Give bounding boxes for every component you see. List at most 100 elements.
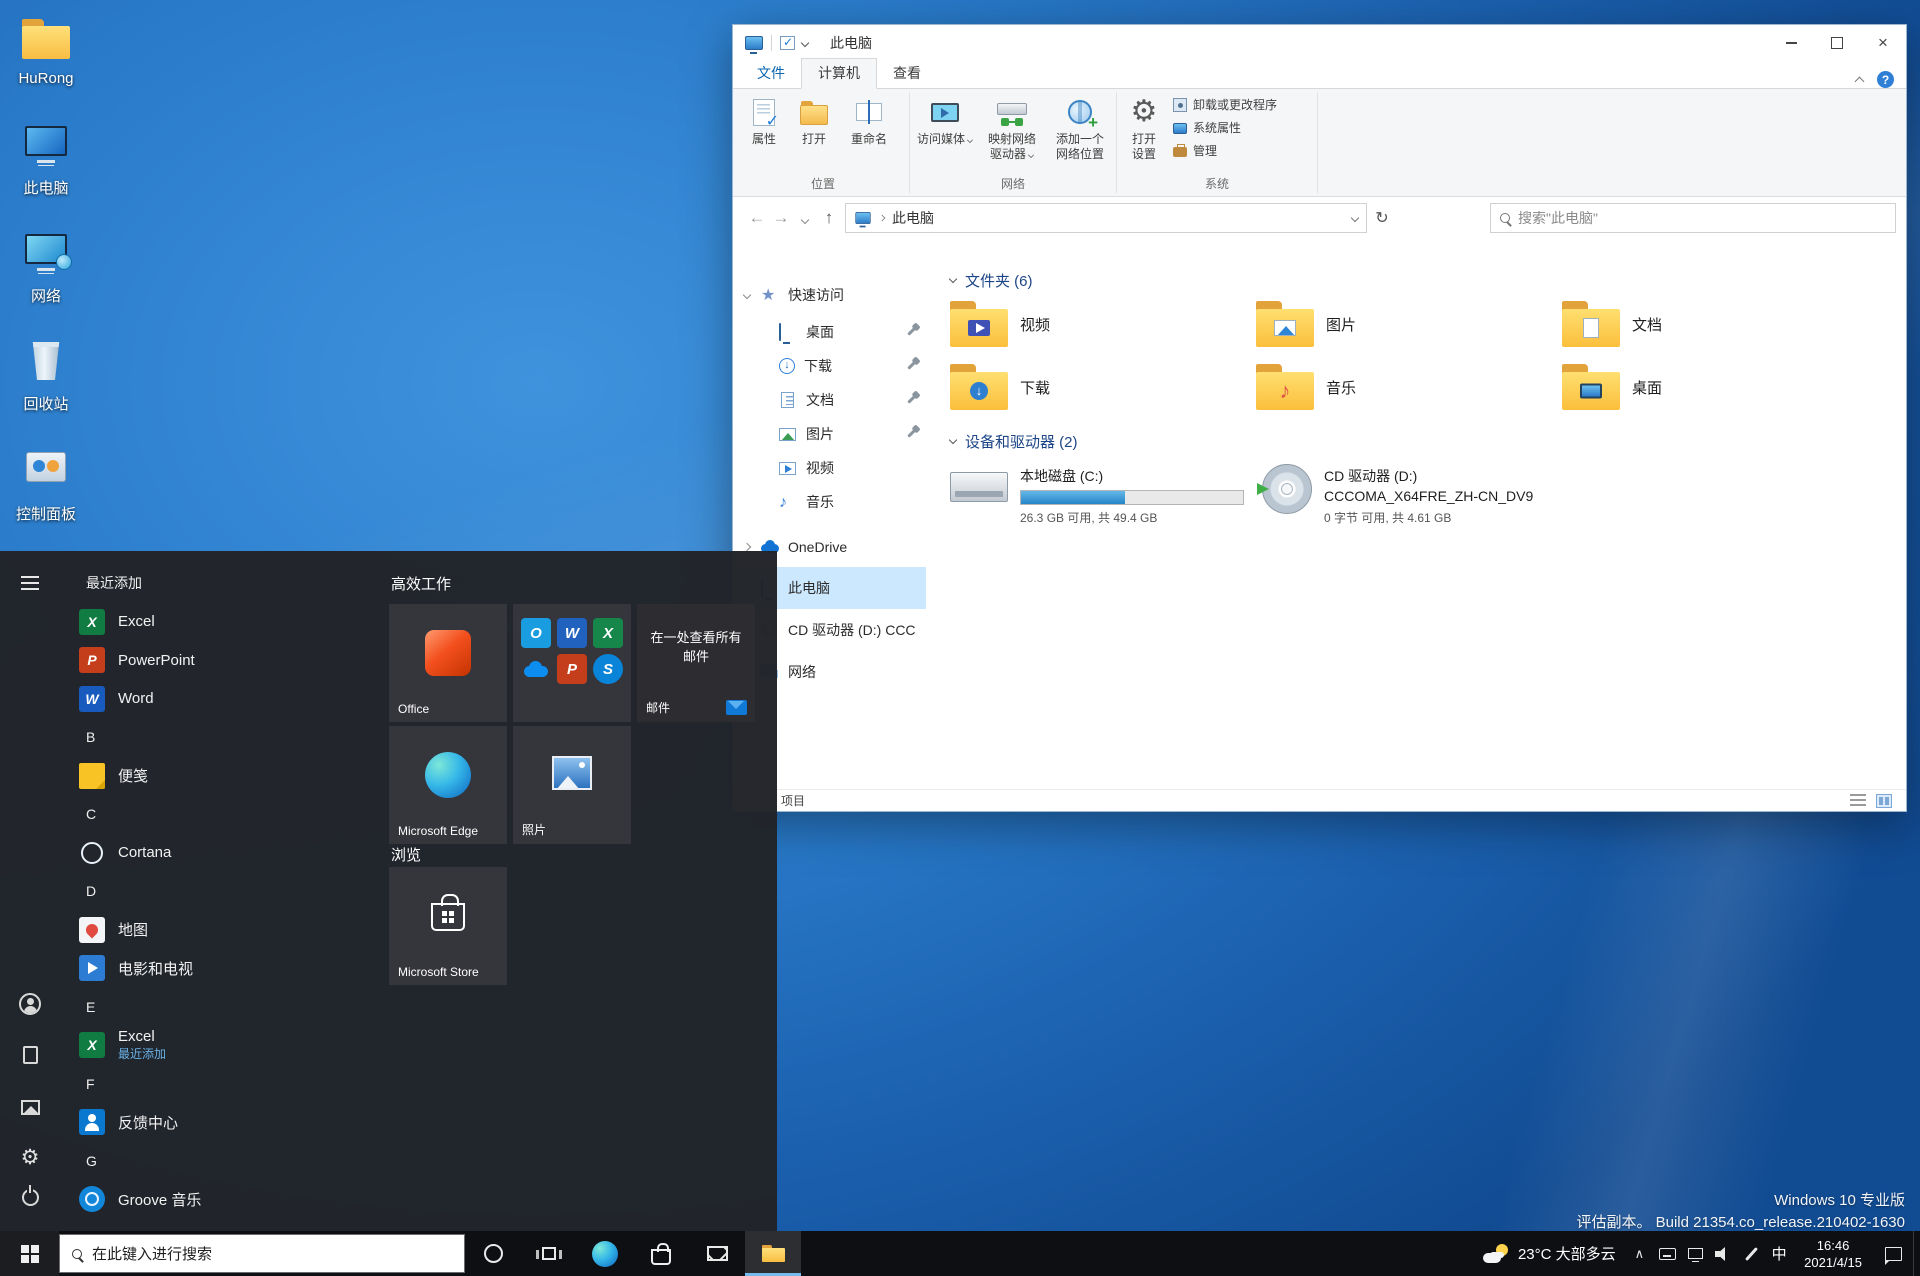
nav-item-quick-access[interactable]: 快速访问 (733, 275, 926, 315)
weather-widget[interactable]: 23°C 大部多云 (1473, 1243, 1626, 1264)
settings-gear-icon[interactable] (17, 1144, 43, 1170)
history-dropdown-icon[interactable] (793, 208, 817, 228)
close-button[interactable]: × (1860, 25, 1906, 61)
map-network-drive-button[interactable]: 映射网络 驱动器 (978, 89, 1046, 176)
folder-item-desktop[interactable]: 桌面 (1562, 362, 1868, 412)
app-item-excel[interactable]: X Excel (59, 603, 389, 642)
user-avatar[interactable] (17, 991, 43, 1017)
drive-c-item[interactable]: 本地磁盘 (C:) 26.3 GB 可用, 共 49.4 GB (950, 464, 1256, 526)
hidden-icons-chevron[interactable]: ∧ (1626, 1246, 1654, 1262)
nav-item-desktop[interactable]: 桌面 (733, 315, 926, 349)
desktop-icon-control-panel[interactable]: 控制面板 (0, 448, 92, 524)
cortana-button[interactable] (465, 1231, 521, 1276)
edge-button[interactable] (577, 1231, 633, 1276)
letter-header-c[interactable]: C (59, 795, 389, 834)
letter-header-e[interactable]: E (59, 988, 389, 1027)
rename-button[interactable]: 重命名 (839, 89, 899, 176)
quick-access-toolbar-icon[interactable] (780, 35, 795, 50)
section-header-devices[interactable]: 设备和驱动器 (2) (948, 430, 1886, 452)
maximize-button[interactable] (1814, 25, 1860, 61)
tile-office[interactable]: Office (389, 604, 507, 722)
mail-button[interactable] (689, 1231, 745, 1276)
help-icon[interactable] (1877, 71, 1894, 88)
app-item-cortana[interactable]: Cortana (59, 834, 389, 873)
tile-mail[interactable]: 在一处查看所有邮件 邮件 (637, 604, 755, 722)
letter-header-d[interactable]: D (59, 872, 389, 911)
tile-office-apps-cluster[interactable]: O W X P S (513, 604, 631, 722)
folder-item-documents[interactable]: 文档 (1562, 299, 1868, 349)
volume-tray-icon[interactable] (1709, 1231, 1737, 1276)
app-item-groove-music[interactable]: Groove 音乐 (59, 1180, 389, 1219)
thumbnail-view-icon[interactable] (1876, 793, 1892, 808)
access-media-button[interactable]: 访问媒体 (912, 89, 978, 176)
documents-icon[interactable] (17, 1042, 43, 1068)
app-item-maps[interactable]: 地图 (59, 911, 389, 950)
app-item-powerpoint[interactable]: P PowerPoint (59, 641, 389, 680)
letter-header-b[interactable]: B (59, 718, 389, 757)
nav-item-downloads[interactable]: 下载 (733, 349, 926, 383)
address-dropdown-icon[interactable] (1350, 213, 1360, 223)
ime-indicator[interactable]: 中 (1765, 1231, 1793, 1276)
section-header-folders[interactable]: 文件夹 (6) (948, 269, 1886, 291)
desktop-icon-network[interactable]: 网络 (0, 232, 92, 306)
pen-tray-icon[interactable] (1737, 1231, 1765, 1276)
up-button[interactable]: ↑ (817, 208, 841, 228)
tile-store[interactable]: Microsoft Store (389, 867, 507, 985)
action-center-button[interactable] (1873, 1231, 1913, 1276)
file-explorer-button[interactable] (745, 1231, 801, 1276)
app-item-word[interactable]: W Word (59, 680, 389, 719)
tile-edge[interactable]: Microsoft Edge (389, 726, 507, 844)
app-item-feedback-hub[interactable]: 反馈中心 (59, 1103, 389, 1142)
refresh-icon[interactable]: ↻ (1367, 208, 1397, 228)
tab-file[interactable]: 文件 (741, 59, 801, 88)
folder-item-videos[interactable]: 视频 (950, 299, 1256, 349)
letter-header-g[interactable]: G (59, 1142, 389, 1181)
open-button[interactable]: 打开 (789, 89, 839, 176)
system-properties-button[interactable]: 系统属性 (1173, 119, 1277, 136)
folder-item-downloads[interactable]: 下载 (950, 362, 1256, 412)
collapse-ribbon-icon[interactable] (1854, 76, 1865, 87)
app-item-sticky-notes[interactable]: 便笺 (59, 757, 389, 796)
list-view-icon[interactable] (1850, 793, 1866, 808)
add-network-location-button[interactable]: 添加一个 网络位置 (1046, 89, 1114, 176)
chevron-down-icon[interactable] (742, 290, 752, 300)
letter-header-f[interactable]: F (59, 1065, 389, 1104)
app-item-excel-recent[interactable]: X Excel 最近添加 (59, 1026, 389, 1065)
power-icon[interactable] (17, 1184, 43, 1210)
back-button[interactable]: ← (745, 208, 769, 228)
touch-keyboard-tray-icon[interactable] (1653, 1231, 1681, 1276)
store-button[interactable] (633, 1231, 689, 1276)
open-settings-button[interactable]: 打开 设置 (1119, 89, 1169, 176)
nav-item-music[interactable]: 音乐 (733, 485, 926, 519)
network-tray-icon[interactable] (1681, 1231, 1709, 1276)
properties-button[interactable]: 属性 (739, 89, 789, 176)
hamburger-menu-icon[interactable] (17, 570, 43, 596)
manage-button[interactable]: 管理 (1173, 142, 1277, 159)
qat-dropdown-icon[interactable] (800, 38, 810, 48)
start-button[interactable] (0, 1231, 59, 1276)
uninstall-button[interactable]: 卸载或更改程序 (1173, 96, 1277, 113)
folder-item-pictures[interactable]: 图片 (1256, 299, 1562, 349)
task-view-button[interactable] (521, 1231, 577, 1276)
breadcrumb[interactable]: 此电脑 (892, 208, 934, 228)
taskbar-search-input[interactable]: 在此键入进行搜索 (59, 1234, 465, 1273)
nav-item-videos[interactable]: 视频 (733, 451, 926, 485)
chevron-right-icon[interactable] (742, 542, 752, 552)
show-desktop-button[interactable] (1913, 1231, 1920, 1276)
letter-header-h[interactable]: H (59, 1219, 389, 1231)
clock[interactable]: 16:46 2021/4/15 (1793, 1237, 1873, 1271)
desktop-icon-this-pc[interactable]: 此电脑 (0, 124, 92, 198)
title-bar[interactable]: 此电脑 × (733, 25, 1906, 61)
desktop-icon-recycle-bin[interactable]: 回收站 (0, 340, 92, 414)
search-input[interactable]: 搜索"此电脑" (1490, 203, 1896, 233)
nav-item-documents[interactable]: 文档 (733, 383, 926, 417)
desktop-icon-hurong[interactable]: HuRong (0, 16, 92, 87)
nav-item-pictures[interactable]: 图片 (733, 417, 926, 451)
folder-item-music[interactable]: 音乐 (1256, 362, 1562, 412)
pictures-icon[interactable] (17, 1094, 43, 1120)
app-item-movies-tv[interactable]: 电影和电视 (59, 949, 389, 988)
address-input[interactable]: 此电脑 (845, 203, 1367, 233)
tab-view[interactable]: 查看 (877, 59, 937, 88)
tab-computer[interactable]: 计算机 (801, 58, 877, 89)
forward-button[interactable]: → (769, 208, 793, 228)
